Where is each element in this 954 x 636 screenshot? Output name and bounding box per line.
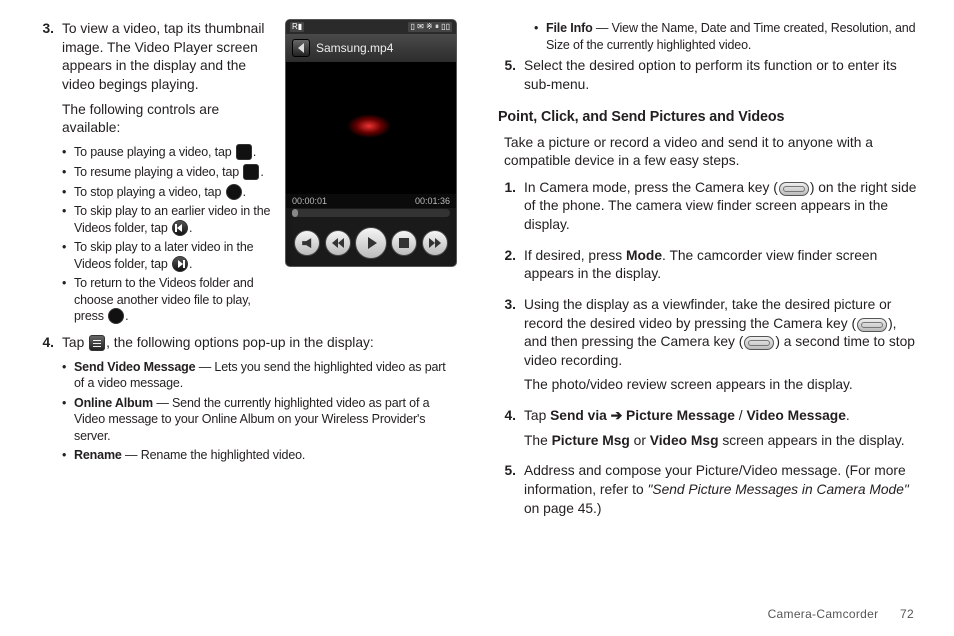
player-filename: Samsung.mp4 <box>316 40 393 56</box>
play-icon <box>243 164 259 180</box>
camera-key-icon <box>744 336 774 350</box>
page-footer: Camera-Camcorder 72 <box>768 606 914 622</box>
opt-file-info: File Info — View the Name, Date and Time… <box>546 20 918 53</box>
opt-rename: Rename — Rename the highlighted video. <box>74 447 456 464</box>
pause-icon <box>236 144 252 160</box>
player-speaker-icon <box>294 230 320 256</box>
right-column: •File Info — View the Name, Date and Tim… <box>498 20 918 585</box>
bullet-return: To return to the Videos folder and choos… <box>74 275 274 325</box>
section-intro: Take a picture or record a video and sen… <box>504 134 918 171</box>
r-step-2: 2. If desired, press Mode. The camcorder… <box>498 247 918 290</box>
step-3: 3. To view a video, tap its thumbnail im… <box>36 20 274 328</box>
menu-icon <box>89 335 105 351</box>
player-play-icon <box>355 227 387 259</box>
bullet-skip-back: To skip play to an earlier video in the … <box>74 203 274 236</box>
step-3-text: To view a video, tap its thumbnail image… <box>62 20 274 95</box>
bullet-pause: To pause playing a video, tap . <box>74 144 274 161</box>
r-step-3: 3. Using the display as a viewfinder, ta… <box>498 296 918 401</box>
bullet-stop: To stop playing a video, tap . <box>74 184 274 201</box>
bullet-resume: To resume playing a video, tap . <box>74 164 274 181</box>
player-status-bar: R▮▯ ✉ ※ ⏸ ▯▯ <box>286 20 456 34</box>
section-heading: Point, Click, and Send Pictures and Vide… <box>498 108 918 127</box>
opt-online-album: Online Album — Send the currently highli… <box>74 395 456 445</box>
video-player-illustration: R▮▯ ✉ ※ ⏸ ▯▯ Samsung.mp4 00:00:01 00:01:… <box>286 20 456 266</box>
camera-key-icon <box>779 182 809 196</box>
player-total: 00:01:36 <box>415 195 450 207</box>
step-3-controls-intro: The following controls are available: <box>62 101 274 138</box>
player-prev-icon <box>325 230 351 256</box>
footer-page: 72 <box>900 607 914 621</box>
camera-key-icon <box>857 318 887 332</box>
bullet-skip-fwd: To skip play to a later video in the Vid… <box>74 239 274 272</box>
player-next-icon <box>422 230 448 256</box>
skip-forward-icon <box>172 256 188 272</box>
step-5-left-cont: 5. Select the desired option to perform … <box>498 57 918 100</box>
opt-send-video: Send Video Message — Lets you send the h… <box>74 359 456 392</box>
player-stop-icon <box>391 230 417 256</box>
skip-back-icon <box>172 220 188 236</box>
stop-icon <box>226 184 242 200</box>
step-4: 4. Tap , the following options pop-up in… <box>36 334 456 467</box>
step-4-text: Tap , the following options pop-up in th… <box>62 334 456 353</box>
r-step-5: 5. Address and compose your Picture/Vide… <box>498 462 918 524</box>
player-progress <box>292 209 450 217</box>
footer-section: Camera-Camcorder <box>768 607 879 621</box>
left-column: R▮▯ ✉ ※ ⏸ ▯▯ Samsung.mp4 00:00:01 00:01:… <box>36 20 456 585</box>
r-step-4: 4. Tap Send via ➔ Picture Message / Vide… <box>498 407 918 456</box>
player-video-area <box>286 62 456 194</box>
return-key-icon <box>108 308 124 324</box>
player-back-button <box>292 39 310 57</box>
player-elapsed: 00:00:01 <box>292 195 327 207</box>
r-step-1: 1. In Camera mode, press the Camera key … <box>498 179 918 241</box>
